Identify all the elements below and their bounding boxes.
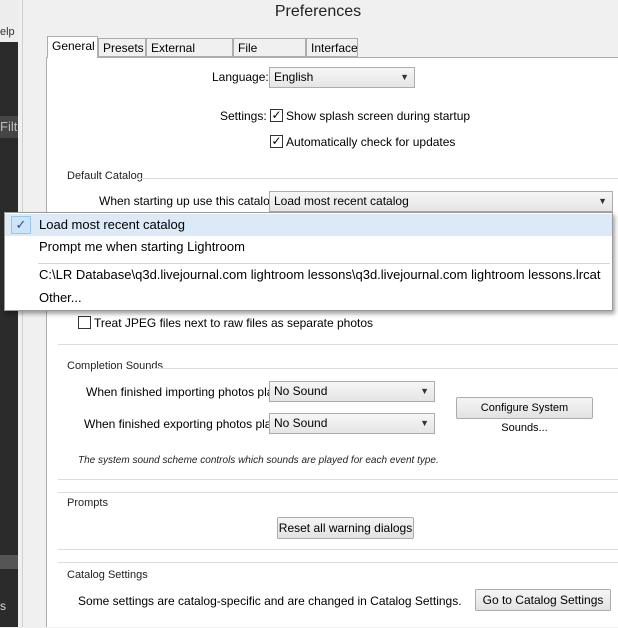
export-sound-label: When finished exporting photos play: (84, 417, 281, 431)
configure-sounds-button[interactable]: Configure System Sounds... (456, 397, 593, 434)
chevron-down-icon: ▼ (400, 72, 409, 82)
checkmark-icon: ✓ (11, 216, 31, 234)
import-sound-select[interactable]: No Sound ▼ (269, 381, 435, 402)
prompts-header: Prompts (67, 497, 108, 509)
goto-catalog-button[interactable]: Go to Catalog Settings (475, 589, 611, 611)
export-sound-select[interactable]: No Sound ▼ (269, 413, 435, 434)
splash-checkbox[interactable]: ✓ (270, 109, 283, 122)
window-title: Preferences (274, 3, 362, 20)
chevron-down-icon: ▼ (598, 196, 607, 206)
completion-sounds-header: Completion Sounds (67, 360, 167, 372)
catalog-option-lrcat[interactable]: C:\LR Database\q3d.livejournal.com light… (5, 264, 612, 286)
catalog-option-prompt[interactable]: Prompt me when starting Lightroom (5, 236, 612, 258)
catalog-settings-text: Some settings are catalog-specific and a… (78, 594, 462, 608)
startup-catalog-select[interactable]: Load most recent catalog ▼ (269, 191, 613, 212)
splash-label: Show splash screen during startup (286, 109, 471, 123)
background-footer: s ▼ (0, 599, 6, 613)
catalog-settings-header: Catalog Settings (67, 569, 148, 581)
sounds-note: The system sound scheme controls which s… (78, 455, 439, 466)
tab-file-handling[interactable]: File Handling (233, 38, 306, 73)
language-select[interactable]: English ▼ (269, 67, 415, 88)
startup-catalog-label: When starting up use this catalog: (99, 194, 280, 208)
export-sound-value: No Sound (274, 416, 328, 430)
reset-warnings-button[interactable]: Reset all warning dialogs (277, 517, 414, 539)
tab-presets[interactable]: Presets (98, 38, 146, 57)
chevron-down-icon: ▼ (420, 386, 429, 396)
treat-jpeg-checkbox[interactable] (78, 316, 91, 329)
tab-general[interactable]: General (47, 36, 98, 58)
treat-jpeg-label: Treat JPEG files next to raw files as se… (94, 316, 374, 330)
import-sound-value: No Sound (274, 384, 328, 398)
tab-interface[interactable]: Interface (306, 38, 358, 57)
language-label: Language: (212, 70, 269, 84)
catalog-option-recent[interactable]: ✓ Load most recent catalog (5, 214, 612, 236)
background-help-menu: elp (0, 26, 15, 38)
catalog-option-other[interactable]: Other... (5, 287, 612, 309)
background-filter-label: Filt (0, 116, 18, 138)
default-catalog-header: Default Catalog (67, 170, 143, 182)
background-band (0, 555, 18, 569)
completion-sounds-divider (151, 368, 618, 369)
catalog-dropdown-menu: ✓ Load most recent catalog Prompt me whe… (4, 212, 613, 311)
window-edge (22, 0, 23, 627)
settings-label: Settings: (220, 109, 267, 123)
import-sound-label: When finished importing photos play: (86, 385, 283, 399)
tab-external-editing[interactable]: External Editing (146, 38, 233, 73)
language-value: English (274, 70, 314, 84)
default-catalog-divider (136, 178, 618, 179)
chevron-down-icon: ▼ (420, 418, 429, 428)
updates-label: Automatically check for updates (286, 135, 456, 149)
startup-catalog-value: Load most recent catalog (274, 194, 409, 208)
background-app-strip (0, 0, 18, 627)
updates-checkbox[interactable]: ✓ (270, 135, 283, 148)
